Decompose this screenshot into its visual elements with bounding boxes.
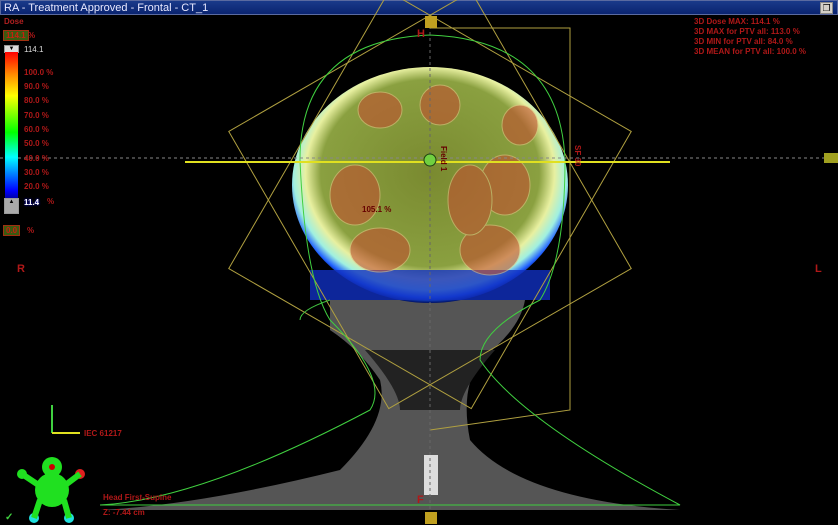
level: 90.0 % [24,82,49,91]
beam-label: SF 30 [573,145,582,167]
stat: 3D Dose MAX: 114.1 % [694,17,780,26]
level: 50.0 % [24,139,49,148]
right-label: R [17,263,25,275]
level: 80.0 % [24,96,49,105]
check-icon: ✓ [5,512,14,523]
unit-label: % [27,226,35,235]
head-label: H [417,28,425,40]
min-handle[interactable]: ▲ [4,198,19,214]
dose-max-value: 114.1 [24,45,44,54]
coord-system-label: IEC 61217 [84,429,122,438]
hotspot-label: 105.1 % [362,205,392,214]
level: 30.0 % [24,168,49,177]
neck-ct [100,300,680,510]
dose-max-field[interactable]: 114.1 [3,30,29,41]
unit-label: % [28,31,36,40]
left-label: L [815,263,822,275]
dose-statistics: 3D Dose MAX: 114.1 % 3D MAX for PTV all:… [694,17,806,57]
stat: 3D MEAN for PTV all: 100.0 % [694,47,807,56]
level: 70.0 % [24,111,49,120]
level: 20.0 % [24,182,49,191]
level: 40.0 % [24,154,49,163]
level: 100.0 % [24,68,54,77]
dose-legend-title: Dose [4,17,24,26]
dose-min-value: 11.4 [24,198,40,207]
unit-label: % [47,197,55,206]
patient-orientation-figure [17,457,85,523]
stat: 3D MIN for PTV all: 84.0 % [694,37,793,46]
slice-z: Z: -7.44 cm [103,508,145,517]
stat: 3D MAX for PTV all: 113.0 % [694,27,800,36]
foot-label: F [417,494,424,506]
dose-color-bar [5,52,18,198]
level: 60.0 % [24,125,49,134]
ct-image-view[interactable] [0,0,838,525]
dose-low-field[interactable]: 0.0 [3,225,21,236]
patient-position: Head First-Supine [103,493,172,502]
field-label: Field 1 [439,146,448,172]
